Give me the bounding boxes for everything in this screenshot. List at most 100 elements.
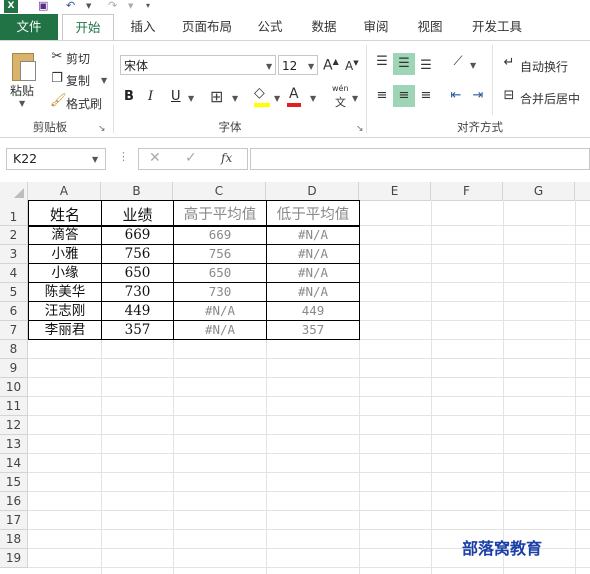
tab-formulas[interactable]: 公式	[248, 14, 292, 40]
font-color-icon[interactable]: A	[289, 86, 299, 102]
underline-button[interactable]: U	[171, 89, 181, 104]
font-name-select[interactable]: 宋体	[120, 55, 276, 75]
table-cell[interactable]: #N/A	[266, 225, 360, 245]
column-header-G[interactable]: G	[503, 182, 575, 200]
table-cell[interactable]: #N/A	[173, 301, 267, 321]
row-header-17[interactable]: 17	[0, 511, 28, 530]
borders-icon[interactable]: ⊞	[210, 87, 223, 106]
fill-color-icon[interactable]: ◇	[254, 85, 265, 101]
tab-view[interactable]: 视图	[408, 14, 452, 40]
table-cell[interactable]: 李丽君	[28, 320, 102, 340]
tab-file[interactable]: 文件	[0, 14, 58, 40]
enter-icon[interactable]: ✓	[185, 150, 197, 166]
row-header-1[interactable]: 1	[0, 200, 28, 226]
table-cell[interactable]: 小雅	[28, 244, 102, 264]
redo-dropdown-icon[interactable]: ▼	[128, 0, 136, 12]
undo-dropdown-icon[interactable]: ▼	[86, 0, 94, 12]
font-size-dropdown-icon[interactable]: ▼	[308, 62, 314, 71]
header-cell-sales[interactable]: 业绩	[101, 200, 174, 227]
orientation-dropdown-icon[interactable]: ▼	[470, 61, 476, 70]
row-header-16[interactable]: 16	[0, 492, 28, 511]
wrap-text-button[interactable]: 自动换行	[520, 58, 568, 75]
row-header-13[interactable]: 13	[0, 435, 28, 454]
phonetic-guide-icon[interactable]: wén	[332, 84, 349, 93]
cancel-icon[interactable]: ✕	[149, 150, 161, 166]
table-cell[interactable]: 汪志刚	[28, 301, 102, 321]
column-header-H[interactable]	[575, 182, 590, 200]
row-header-15[interactable]: 15	[0, 473, 28, 492]
row-header-5[interactable]: 5	[0, 283, 28, 302]
table-cell[interactable]: #N/A	[266, 244, 360, 264]
font-name-dropdown-icon[interactable]: ▼	[266, 62, 272, 71]
borders-dropdown-icon[interactable]: ▼	[232, 94, 238, 103]
redo-icon[interactable]: ↷	[108, 0, 126, 12]
header-cell-above-average[interactable]: 高于平均值	[173, 200, 267, 227]
tab-data[interactable]: 数据	[302, 14, 346, 40]
column-header-B[interactable]: B	[101, 182, 173, 200]
table-cell[interactable]: 669	[173, 225, 267, 245]
clipboard-launcher-icon[interactable]: ↘	[98, 124, 106, 134]
column-header-A[interactable]: A	[28, 182, 101, 200]
phonetic-dropdown-icon[interactable]: ▼	[352, 94, 358, 103]
header-cell-below-average[interactable]: 低于平均值	[266, 200, 360, 227]
table-cell[interactable]: 357	[101, 320, 174, 340]
format-painter-button[interactable]: 格式刷	[66, 95, 102, 112]
select-all-corner[interactable]	[0, 182, 28, 200]
table-cell[interactable]: #N/A	[266, 263, 360, 283]
tab-review[interactable]: 审阅	[354, 14, 398, 40]
grow-font-icon[interactable]: A▲	[323, 57, 339, 74]
name-box[interactable]: K22	[6, 148, 106, 170]
tab-home[interactable]: 开始	[62, 14, 114, 41]
column-header-C[interactable]: C	[173, 182, 266, 200]
underline-dropdown-icon[interactable]: ▼	[188, 94, 194, 103]
save-icon[interactable]: ▣	[38, 0, 52, 12]
decrease-indent-icon[interactable]: ⇤	[446, 87, 466, 105]
tab-developer[interactable]: 开发工具	[462, 14, 532, 40]
table-cell[interactable]: 650	[101, 263, 174, 283]
shrink-font-icon[interactable]: A▼	[345, 59, 359, 73]
customize-toolbar-icon[interactable]: ▾	[146, 0, 156, 12]
table-cell[interactable]: 756	[101, 244, 174, 264]
table-cell[interactable]: 650	[173, 263, 267, 283]
table-cell[interactable]: 357	[266, 320, 360, 340]
align-right-icon[interactable]: ≡	[416, 87, 436, 105]
row-header-18[interactable]: 18	[0, 530, 28, 549]
copy-dropdown-icon[interactable]: ▼	[101, 76, 107, 85]
row-header-6[interactable]: 6	[0, 302, 28, 321]
merge-center-button[interactable]: 合并后居中	[520, 90, 580, 107]
table-cell[interactable]: #N/A	[266, 282, 360, 302]
formula-input[interactable]	[250, 148, 590, 170]
insert-function-icon[interactable]: fx	[221, 151, 232, 165]
align-bottom-icon[interactable]: ☰	[416, 57, 436, 75]
font-color-dropdown-icon[interactable]: ▼	[310, 94, 316, 103]
row-header-4[interactable]: 4	[0, 264, 28, 283]
table-cell[interactable]: 滴答	[28, 225, 102, 245]
name-box-dropdown-icon[interactable]: ▼	[92, 155, 98, 164]
table-cell[interactable]: 730	[173, 282, 267, 302]
row-header-9[interactable]: 9	[0, 359, 28, 378]
table-cell[interactable]: 449	[266, 301, 360, 321]
row-header-19[interactable]: 19	[0, 549, 28, 568]
row-header-2[interactable]: 2	[0, 226, 28, 245]
row-header-3[interactable]: 3	[0, 245, 28, 264]
italic-button[interactable]: I	[148, 89, 153, 104]
paste-dropdown-icon[interactable]: ▼	[19, 99, 25, 108]
cut-button[interactable]: 剪切	[66, 50, 90, 67]
column-header-F[interactable]: F	[431, 182, 503, 200]
align-middle-icon[interactable]: ☰	[393, 53, 415, 75]
table-cell[interactable]: 730	[101, 282, 174, 302]
row-header-10[interactable]: 10	[0, 378, 28, 397]
row-header-14[interactable]: 14	[0, 454, 28, 473]
align-top-icon[interactable]: ☰	[372, 53, 392, 71]
fill-color-dropdown-icon[interactable]: ▼	[274, 94, 280, 103]
copy-button[interactable]: 复制	[66, 72, 90, 89]
table-cell[interactable]: 小缘	[28, 263, 102, 283]
column-header-D[interactable]: D	[266, 182, 359, 200]
tab-page-layout[interactable]: 页面布局	[172, 14, 242, 40]
row-header-12[interactable]: 12	[0, 416, 28, 435]
font-launcher-icon[interactable]: ↘	[356, 124, 364, 134]
table-cell[interactable]: 756	[173, 244, 267, 264]
bold-button[interactable]: B	[124, 89, 134, 104]
undo-icon[interactable]: ↶	[66, 0, 84, 12]
header-cell-name[interactable]: 姓名	[28, 200, 102, 227]
